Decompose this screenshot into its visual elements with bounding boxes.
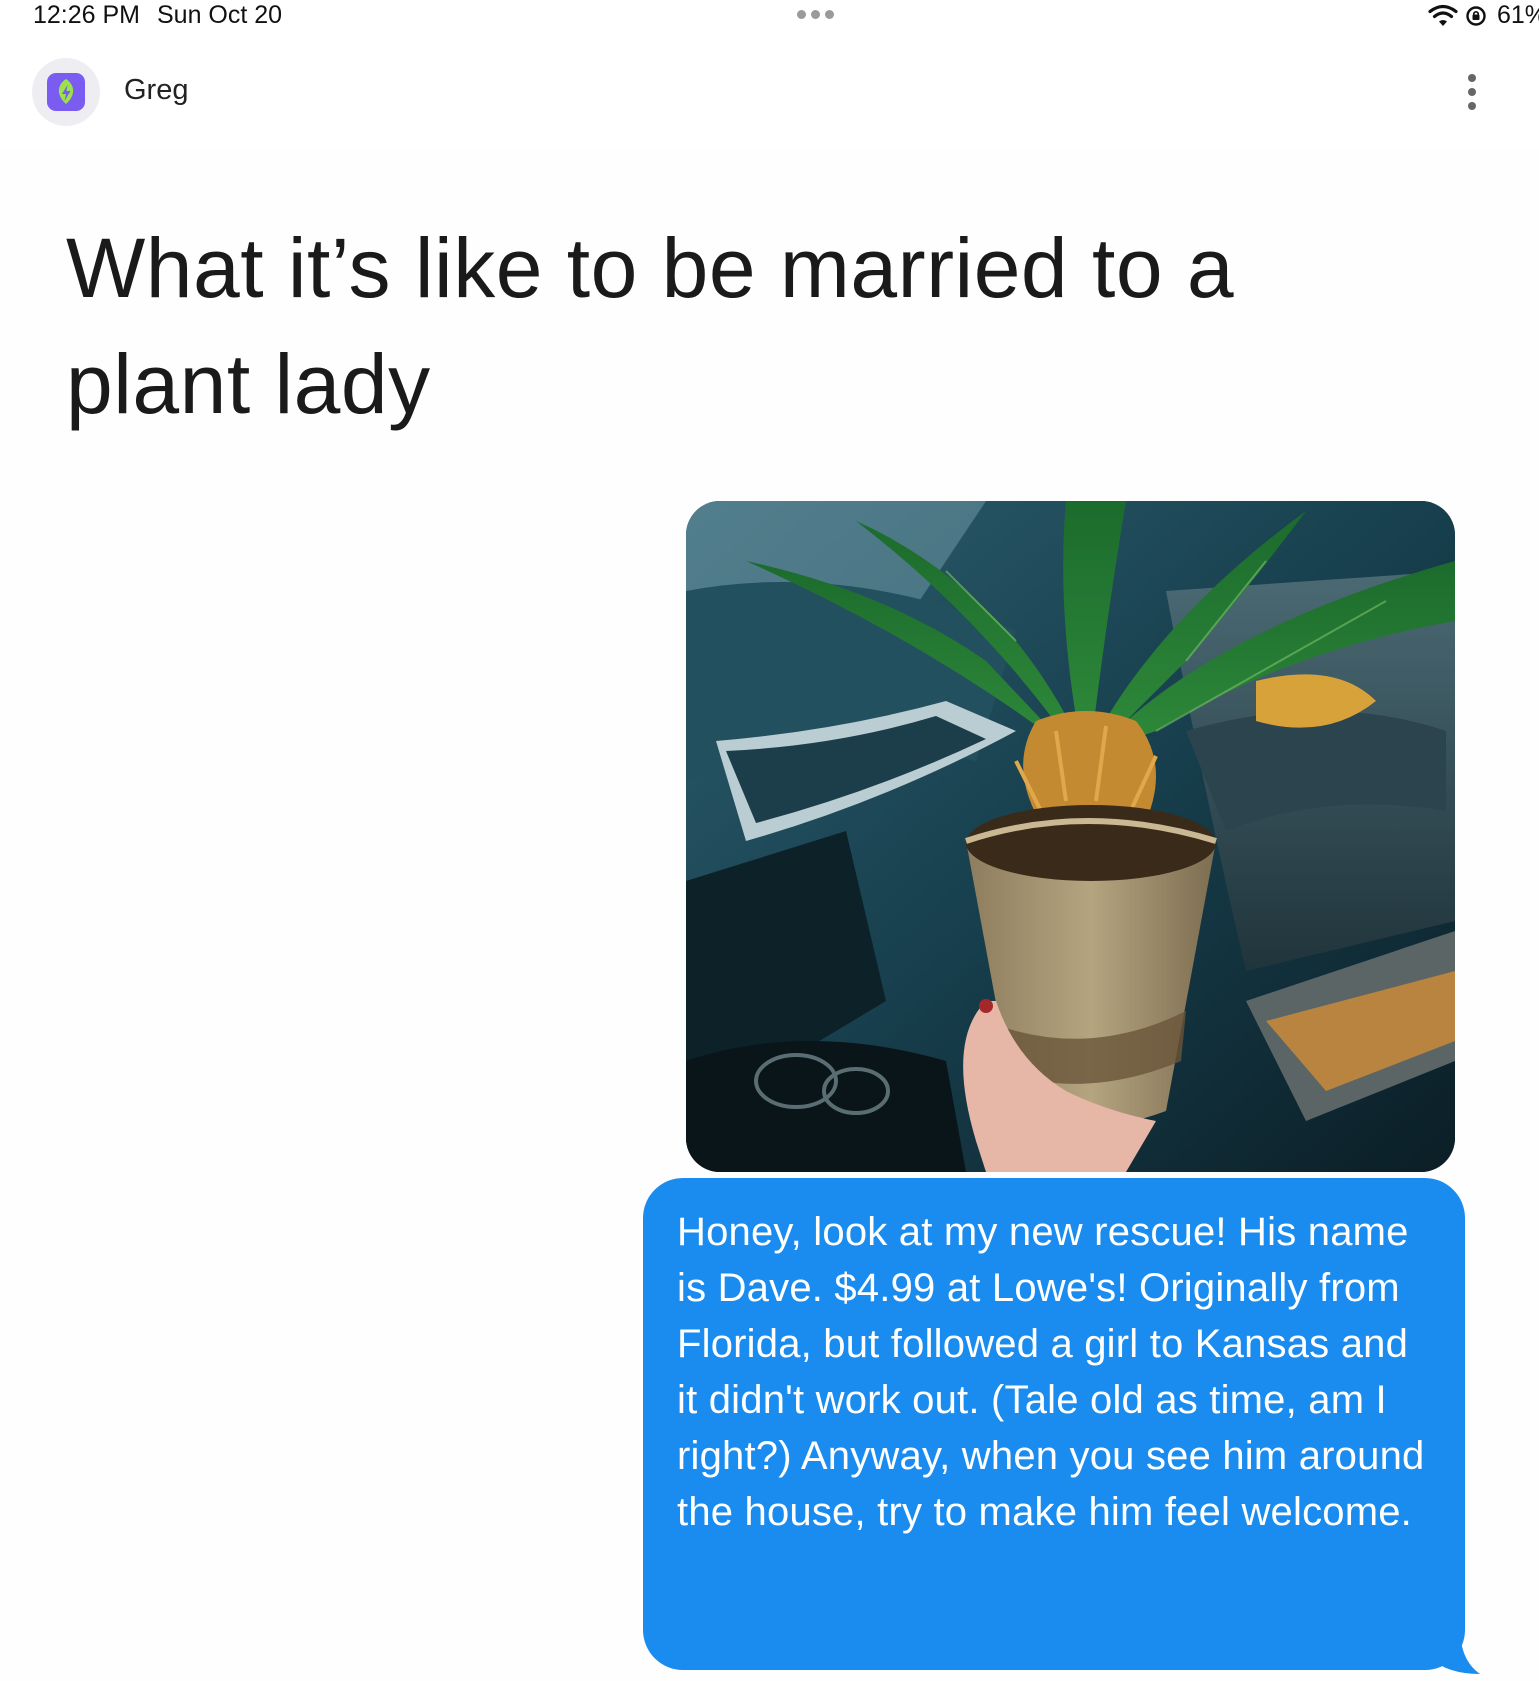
contact-name[interactable]: Greg <box>124 74 188 107</box>
screen: 12:26 PM Sun Oct 20 61% Greg <box>0 0 1539 1681</box>
wifi-icon <box>1428 4 1458 26</box>
conversation-header: Greg <box>0 56 1539 128</box>
meme-title: What it’s like to be married to a plant … <box>66 221 1235 431</box>
avatar[interactable] <box>32 58 100 126</box>
bubble-tail <box>1430 1628 1480 1674</box>
rotation-lock-icon <box>1466 6 1486 26</box>
shared-image: What it’s like to be married to a plant … <box>0 148 1539 1681</box>
status-bar: 12:26 PM Sun Oct 20 61% <box>0 0 1539 34</box>
status-date: Sun Oct 20 <box>157 1 283 29</box>
status-time: 12:26 PM <box>33 1 141 29</box>
more-options-button[interactable] <box>1450 66 1494 118</box>
leaf-bolt-icon <box>47 73 85 111</box>
multitasking-dots-icon[interactable] <box>797 10 834 19</box>
message-text: Honey, look at my new rescue! His name i… <box>677 1210 1425 1534</box>
battery-percentage: 61% <box>1497 1 1539 29</box>
message-bubble[interactable]: Honey, look at my new rescue! His name i… <box>643 1178 1465 1670</box>
potted-sago-palm-photo <box>686 501 1455 1172</box>
